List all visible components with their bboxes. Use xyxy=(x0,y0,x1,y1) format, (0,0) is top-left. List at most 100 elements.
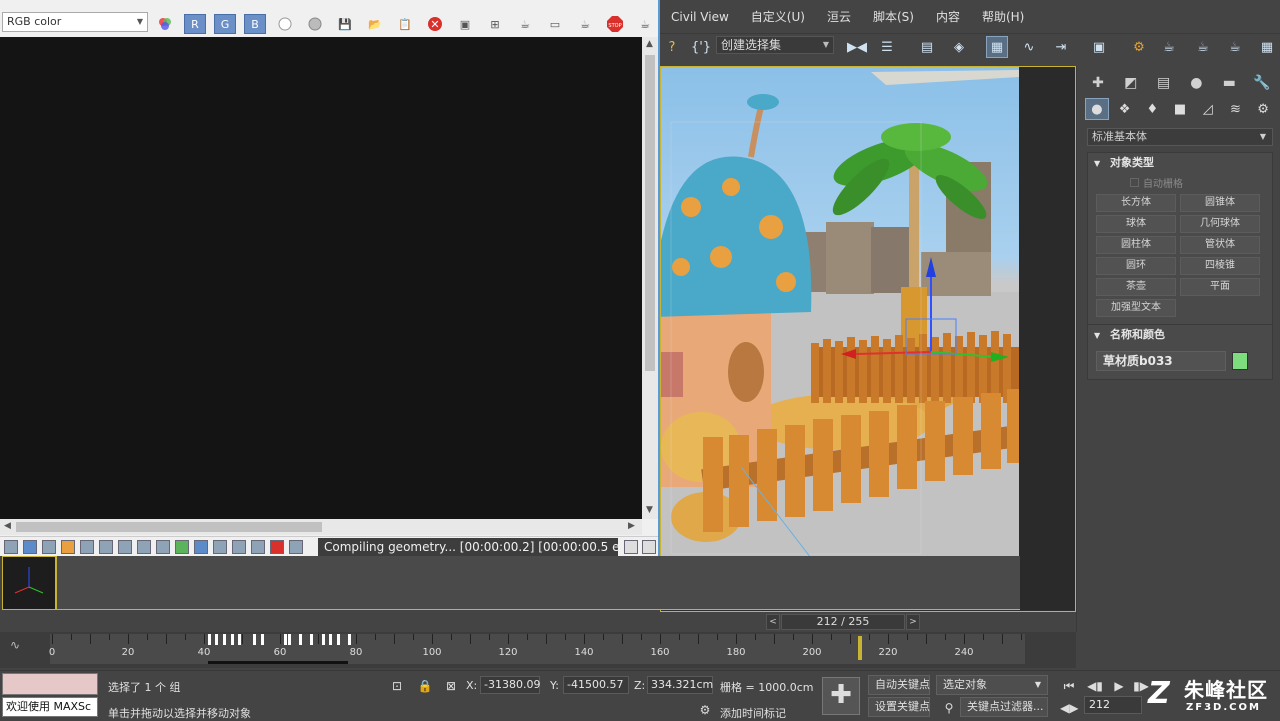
ab-icon[interactable] xyxy=(270,540,284,554)
keyframe-marker[interactable] xyxy=(348,634,352,645)
set-key-button[interactable]: 设置关键点 xyxy=(868,697,930,717)
keyframe-marker[interactable] xyxy=(299,634,302,645)
lock-icon[interactable]: 🔒 xyxy=(416,677,434,695)
alpha-icon[interactable] xyxy=(274,14,296,34)
lens-effects-icon[interactable]: ▭ xyxy=(544,14,566,34)
current-frame-field[interactable]: 212 xyxy=(1084,696,1142,714)
teapot-button[interactable]: 茶壶 xyxy=(1096,278,1176,296)
histogram-icon[interactable] xyxy=(118,540,132,554)
scroll-down-icon[interactable]: ▼ xyxy=(646,505,653,515)
schematic-icon[interactable]: ⇥ xyxy=(1050,36,1072,58)
tube-button[interactable]: 管状体 xyxy=(1180,236,1260,254)
lut-icon[interactable] xyxy=(137,540,151,554)
utilities-icon[interactable]: 🔧 xyxy=(1249,72,1275,94)
keyframe-marker[interactable] xyxy=(207,634,211,645)
motion-icon[interactable]: ● xyxy=(1183,72,1209,94)
ribbon-icon[interactable]: ▦ xyxy=(986,36,1008,58)
green-channel-button[interactable]: G xyxy=(214,14,236,34)
menu-content[interactable]: 内容 xyxy=(925,8,971,25)
geometry-icon[interactable]: ● xyxy=(1085,98,1109,120)
modify-icon[interactable]: ◩ xyxy=(1118,72,1144,94)
menu-scripting[interactable]: 脚本(S) xyxy=(862,8,925,25)
time-slider-thumb[interactable]: 212 / 255 xyxy=(781,614,905,630)
play-icon[interactable]: ▶ xyxy=(1110,677,1128,695)
menu-civil-view[interactable]: Civil View xyxy=(660,10,740,24)
channel-dropdown[interactable]: RGB color ▼ xyxy=(2,12,148,32)
box-button[interactable]: 长方体 xyxy=(1096,194,1176,212)
prev-key-icon[interactable]: ◀▮ xyxy=(1086,677,1104,695)
pyramid-button[interactable]: 四棱锥 xyxy=(1180,257,1260,275)
systems-icon[interactable]: ⚙ xyxy=(1251,98,1275,120)
keyframe-marker[interactable] xyxy=(329,634,333,645)
fit-icon[interactable] xyxy=(289,540,303,554)
vertical-scroll-thumb[interactable] xyxy=(645,55,655,371)
time-tag-icon[interactable]: ⚙ xyxy=(696,701,714,719)
menu-render[interactable]: 洹云 xyxy=(816,8,862,25)
geosphere-button[interactable]: 几何球体 xyxy=(1180,215,1260,233)
keyframe-marker[interactable] xyxy=(223,634,226,645)
align-icon[interactable]: ☰ xyxy=(876,36,898,58)
keyframe-marker[interactable] xyxy=(337,634,340,645)
autogrid-checkbox[interactable]: 自动栅格 xyxy=(1130,175,1272,190)
timeline[interactable]: ∿ 0 20 40 60 80 100 120 140 160 180 200 220 240 xyxy=(0,632,1076,668)
menu-customize[interactable]: 自定义(U) xyxy=(740,8,816,25)
render-last-icon[interactable]: ☕ xyxy=(634,14,656,34)
a360-icon[interactable]: ▦ xyxy=(1256,36,1278,58)
keyframe-marker[interactable] xyxy=(253,634,257,645)
maxscript-listener[interactable] xyxy=(2,673,98,695)
levels-icon[interactable] xyxy=(80,540,94,554)
display-icon[interactable] xyxy=(23,540,37,554)
clear-icon[interactable]: ✕ xyxy=(424,14,446,34)
keyframe-marker[interactable] xyxy=(215,634,219,645)
info-icon[interactable] xyxy=(42,540,56,554)
key-mode-icon[interactable]: ⚲ xyxy=(940,699,958,717)
stamp-icon[interactable] xyxy=(213,540,227,554)
pass-icon[interactable] xyxy=(4,540,18,554)
y-coordinate-field[interactable]: -41500.57 xyxy=(563,676,629,694)
save-icon[interactable]: 💾 xyxy=(334,14,356,34)
compare-icon[interactable] xyxy=(194,540,208,554)
hierarchy-icon[interactable]: ▤ xyxy=(1151,72,1177,94)
vertical-scrollbar[interactable]: ▲ ▼ xyxy=(642,37,658,519)
object-category-dropdown[interactable]: 标准基本体 ▼ xyxy=(1087,128,1273,146)
axis-tripod-view[interactable] xyxy=(2,556,56,610)
keyframe-marker[interactable] xyxy=(310,634,314,645)
keyframe-marker[interactable] xyxy=(321,634,325,645)
cylinder-button[interactable]: 圆柱体 xyxy=(1096,236,1176,254)
scroll-right-icon[interactable]: ▶ xyxy=(628,521,635,531)
vfb-history-icon[interactable]: ▣ xyxy=(454,14,476,34)
shapes-icon[interactable]: ❖ xyxy=(1113,98,1137,120)
material-editor-icon[interactable]: ▣ xyxy=(1088,36,1110,58)
text-plus-button[interactable]: 加强型文本 xyxy=(1096,299,1176,317)
h-split-icon[interactable] xyxy=(232,540,246,554)
object-color-swatch[interactable] xyxy=(1232,352,1248,370)
go-to-start-icon[interactable]: ⏮ xyxy=(1060,677,1078,695)
keyframe-marker[interactable] xyxy=(283,634,287,645)
v-split-icon[interactable] xyxy=(251,540,265,554)
create-icon[interactable]: ✚ xyxy=(1085,72,1111,94)
render-setup-icon[interactable]: ⚙ xyxy=(1128,36,1150,58)
auto-key-button[interactable]: 自动关键点 xyxy=(868,675,930,695)
menu-arrow-icon[interactable] xyxy=(642,540,656,554)
prev-frame-button[interactable]: < xyxy=(766,614,780,630)
brace-icon[interactable]: {'} xyxy=(690,36,712,58)
keyframe-marker[interactable] xyxy=(230,634,234,645)
lower-viewport[interactable] xyxy=(56,556,1020,610)
keyframe-marker[interactable] xyxy=(287,634,291,645)
display-icon[interactable]: ▬ xyxy=(1216,72,1242,94)
key-mode-toggle-icon[interactable]: ◀▶ xyxy=(1060,699,1078,717)
helpers-icon[interactable]: ◿ xyxy=(1196,98,1220,120)
key-target-dropdown[interactable]: 选定对象 ▼ xyxy=(936,675,1048,695)
layer-explorer-icon[interactable]: ▤ xyxy=(916,36,938,58)
stop-icon[interactable]: STOP xyxy=(604,14,626,34)
object-type-header[interactable]: ▼ 对象类型 xyxy=(1088,153,1272,173)
maxscript-mini-listener[interactable]: 欢迎使用 MAXSc xyxy=(2,697,98,717)
red-channel-button[interactable]: R xyxy=(184,14,206,34)
cone-button[interactable]: 圆锥体 xyxy=(1180,194,1260,212)
render-iterative-icon[interactable]: ☕ xyxy=(1224,36,1246,58)
region-icon[interactable]: ⊞ xyxy=(484,14,506,34)
keyframe-marker[interactable] xyxy=(261,634,264,645)
key-filters-button[interactable]: 关键点过滤器... xyxy=(960,697,1048,717)
open-folder-icon[interactable]: 📂 xyxy=(364,14,386,34)
timeline-track[interactable]: 0 20 40 60 80 100 120 140 160 180 200 220 240 xyxy=(49,634,1025,664)
